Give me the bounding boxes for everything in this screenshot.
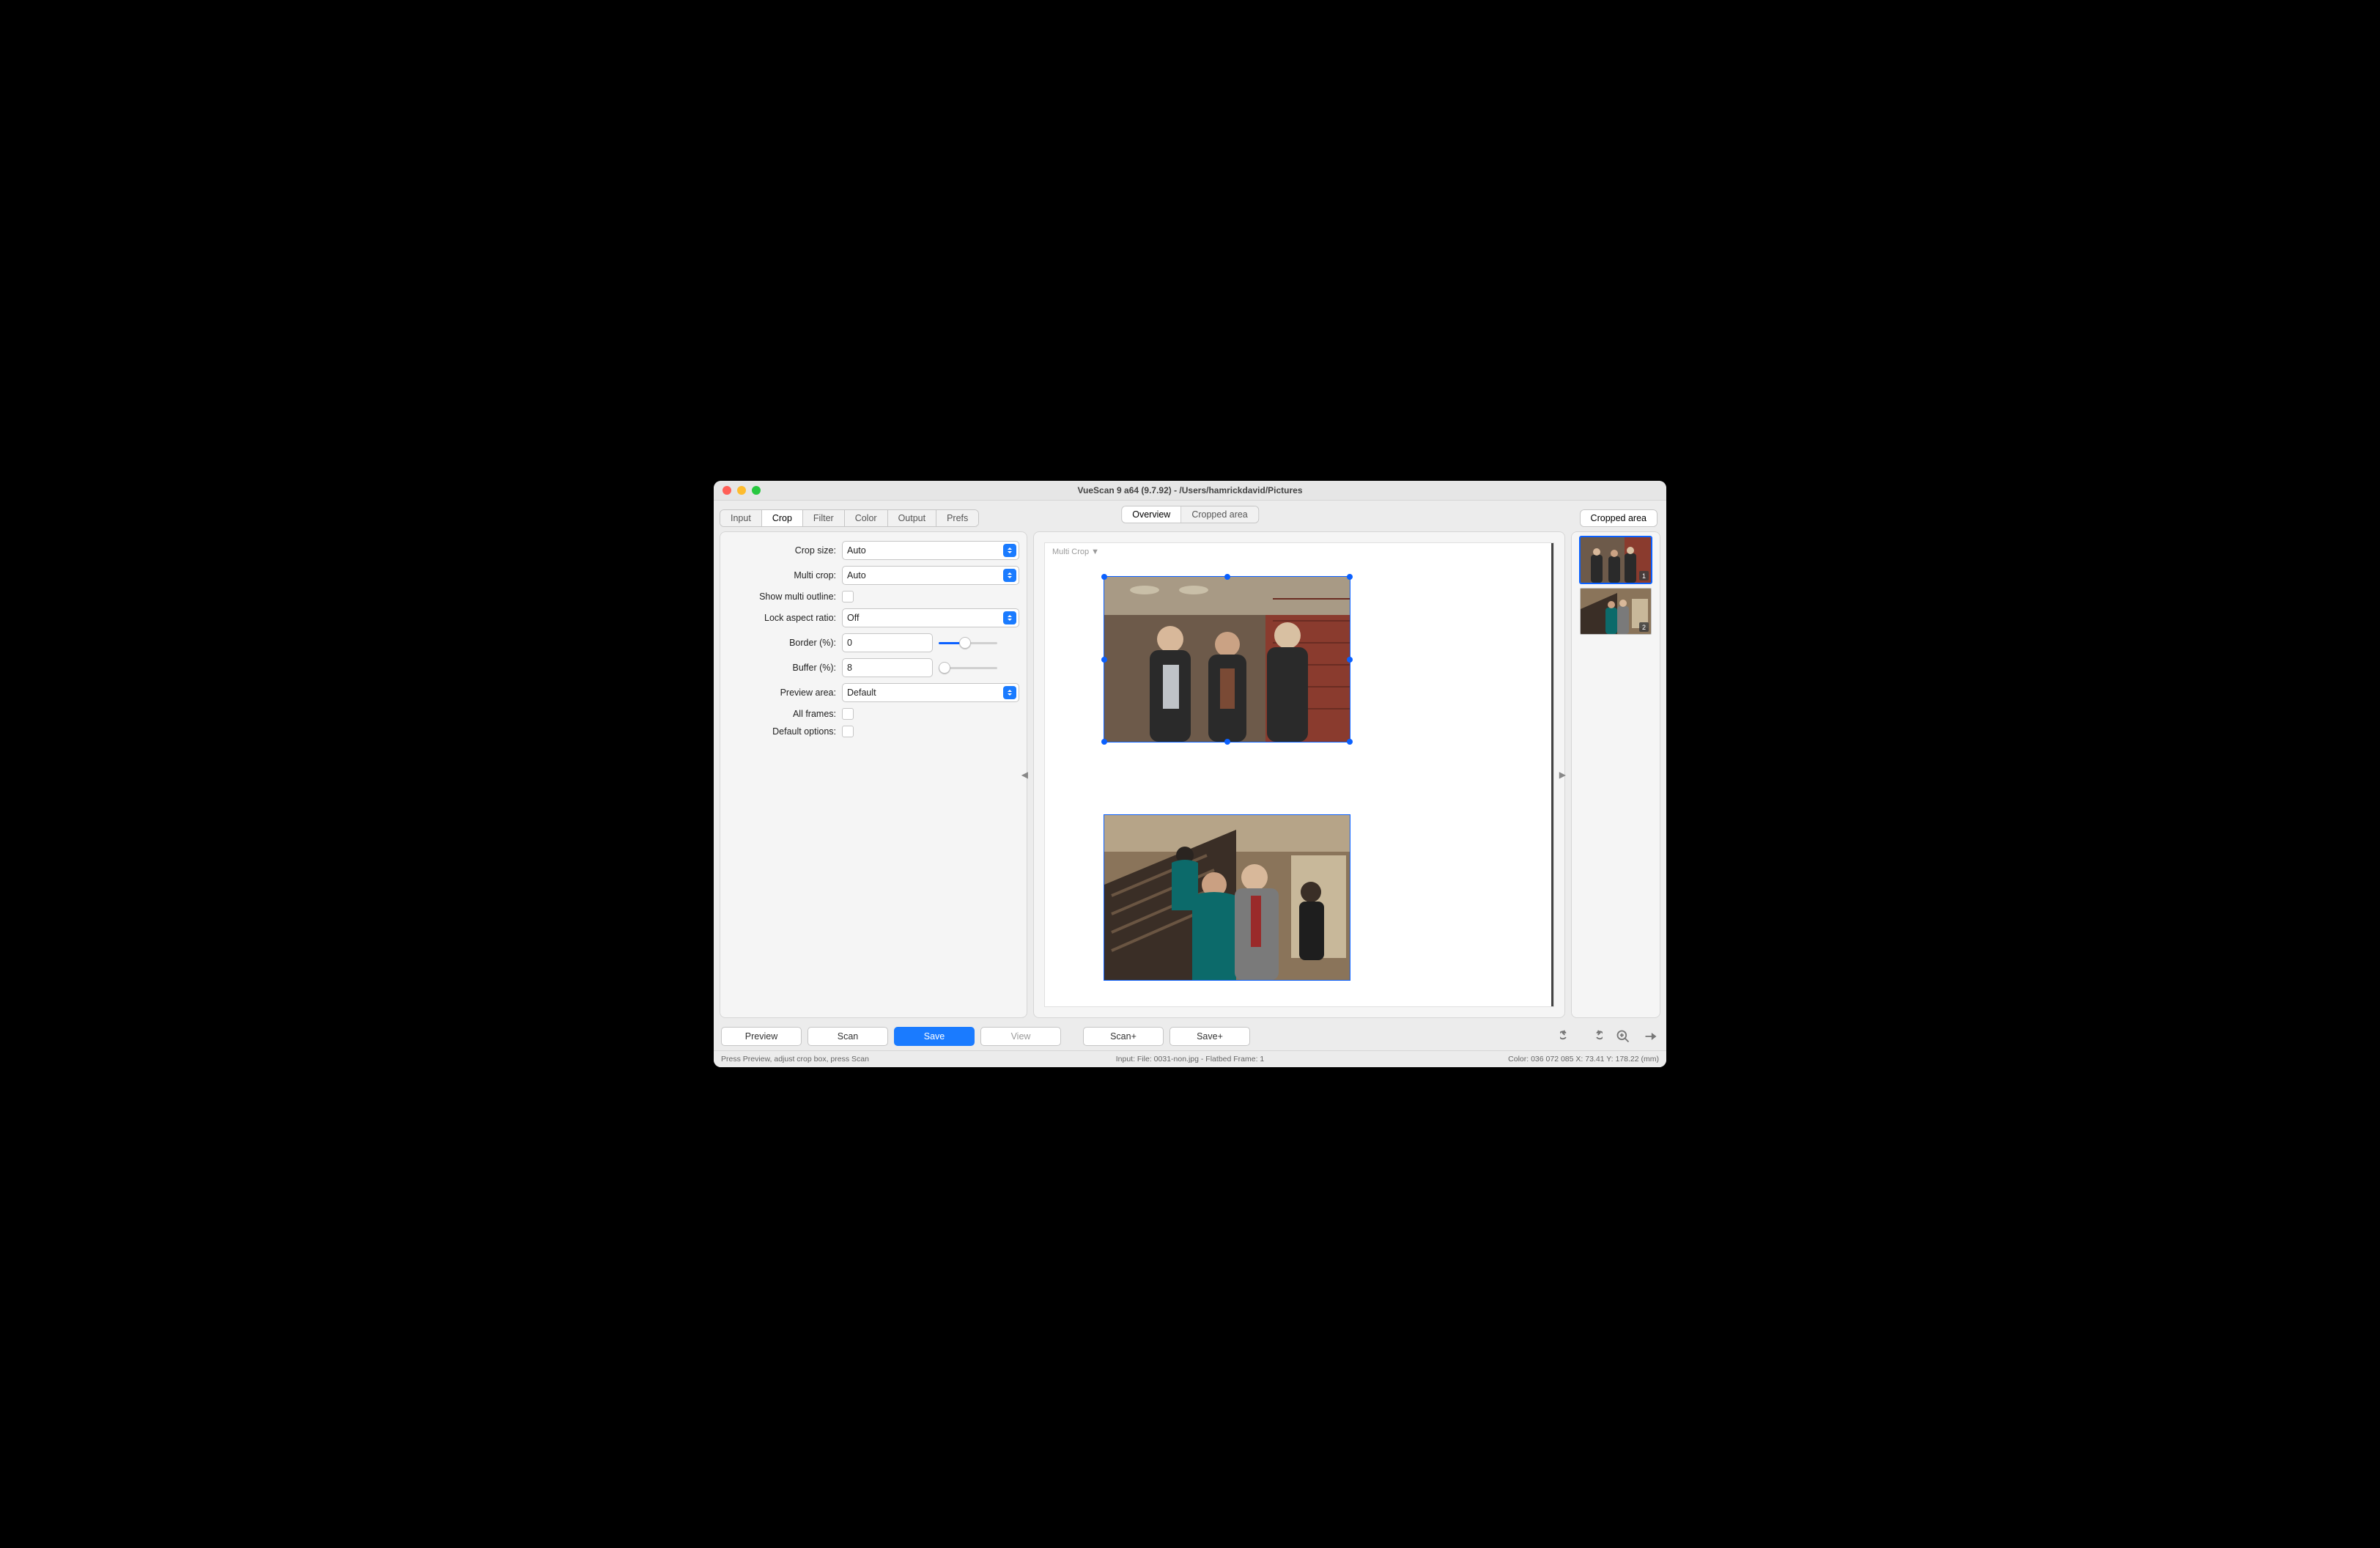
crop-handle[interactable]	[1224, 739, 1230, 745]
status-bar: Press Preview, adjust crop box, press Sc…	[714, 1050, 1666, 1067]
options-tabs: Input Crop Filter Color Output Prefs	[720, 509, 979, 527]
preview-surface[interactable]: Multi Crop ▼	[1044, 542, 1554, 1007]
tab-cropped-area[interactable]: Cropped area	[1181, 506, 1257, 523]
scan-plus-button[interactable]: Scan+	[1083, 1027, 1164, 1046]
label-show-multi-outline: Show multi outline:	[728, 591, 836, 602]
close-button[interactable]	[722, 486, 731, 495]
checkbox-all-frames[interactable]	[842, 708, 854, 720]
label-border-pct: Border (%):	[728, 638, 836, 648]
label-lock-aspect: Lock aspect ratio:	[728, 613, 836, 623]
status-input: Input: File: 0031-non.jpg - Flatbed Fram…	[1034, 1055, 1347, 1064]
tab-overview[interactable]: Overview	[1122, 506, 1181, 523]
crop-handle[interactable]	[1101, 574, 1107, 580]
input-border-pct-value: 0	[847, 638, 852, 648]
input-border-pct[interactable]: 0	[842, 633, 933, 652]
view-button[interactable]: View	[980, 1027, 1061, 1046]
chevron-updown-icon	[1003, 569, 1016, 582]
select-multi-crop-value: Auto	[847, 570, 866, 580]
thumbnails-panel: 1 2	[1571, 531, 1660, 1018]
redo-icon[interactable]	[1587, 1028, 1603, 1044]
zoom-button[interactable]	[752, 486, 761, 495]
scan-button[interactable]: Scan	[808, 1027, 888, 1046]
thumbnail-1[interactable]: 1	[1580, 537, 1652, 583]
preview-tabs: Overview Cropped area	[1121, 506, 1259, 523]
slider-buffer-pct[interactable]	[939, 659, 1019, 677]
traffic-lights	[714, 486, 761, 495]
crop-handle[interactable]	[1224, 574, 1230, 580]
select-crop-size[interactable]: Auto	[842, 541, 1019, 560]
scanned-photo-2	[1104, 815, 1350, 980]
preview-panel: Multi Crop ▼	[1033, 531, 1565, 1018]
chevron-updown-icon	[1003, 686, 1016, 699]
tab-input[interactable]: Input	[720, 510, 762, 526]
undo-icon[interactable]	[1559, 1028, 1575, 1044]
action-bar: Preview Scan Save View Scan+ Save+	[714, 1022, 1666, 1050]
thumb-index: 1	[1639, 571, 1649, 580]
label-crop-size: Crop size:	[728, 545, 836, 556]
label-buffer-pct: Buffer (%):	[728, 663, 836, 673]
titlebar: VueScan 9 a64 (9.7.92) - /Users/hamrickd…	[714, 481, 1666, 501]
window-title: VueScan 9 a64 (9.7.92) - /Users/hamrickd…	[714, 485, 1666, 495]
thumbs-title-seg: Cropped area	[1580, 509, 1658, 527]
input-buffer-pct[interactable]: 8	[842, 658, 933, 677]
scanned-photo-1	[1104, 577, 1350, 742]
tab-crop[interactable]: Crop	[762, 510, 803, 526]
slider-border-pct[interactable]	[939, 634, 1019, 652]
crop-handle[interactable]	[1347, 574, 1353, 580]
collapse-left-icon[interactable]: ◀	[1021, 770, 1028, 780]
checkbox-show-multi-outline[interactable]	[842, 591, 854, 602]
select-multi-crop[interactable]: Auto	[842, 566, 1019, 585]
chevron-updown-icon	[1003, 611, 1016, 624]
crop-handle[interactable]	[1101, 739, 1107, 745]
tab-color[interactable]: Color	[845, 510, 888, 526]
save-plus-button[interactable]: Save+	[1169, 1027, 1250, 1046]
crop-region-2[interactable]	[1104, 814, 1350, 981]
crop-handle[interactable]	[1101, 657, 1107, 663]
zoom-in-icon[interactable]	[1615, 1028, 1631, 1044]
tab-prefs[interactable]: Prefs	[936, 510, 978, 526]
select-lock-aspect-value: Off	[847, 613, 859, 623]
label-multi-crop: Multi crop:	[728, 570, 836, 580]
next-arrow-icon[interactable]	[1643, 1028, 1659, 1044]
tab-output[interactable]: Output	[888, 510, 937, 526]
expand-right-icon[interactable]: ▶	[1559, 770, 1566, 780]
body: Crop size: Auto Multi crop: Auto Show mu…	[714, 531, 1666, 1022]
thumbnail-2[interactable]: 2	[1580, 588, 1652, 635]
chevron-updown-icon	[1003, 544, 1016, 557]
label-preview-area: Preview area:	[728, 688, 836, 698]
select-preview-area-value: Default	[847, 688, 876, 698]
tool-icons	[1559, 1028, 1659, 1044]
status-readout: Color: 036 072 085 X: 73.41 Y: 178.22 (m…	[1346, 1055, 1659, 1064]
crop-handle[interactable]	[1347, 657, 1353, 663]
thumb-index: 2	[1639, 622, 1649, 632]
preview-button[interactable]: Preview	[721, 1027, 802, 1046]
app-window: VueScan 9 a64 (9.7.92) - /Users/hamrickd…	[714, 481, 1666, 1067]
minimize-button[interactable]	[737, 486, 746, 495]
label-default-options: Default options:	[728, 726, 836, 737]
crop-region-1[interactable]	[1104, 576, 1350, 742]
input-buffer-pct-value: 8	[847, 663, 852, 673]
select-preview-area[interactable]: Default	[842, 683, 1019, 702]
multi-crop-dropdown[interactable]: Multi Crop ▼	[1052, 548, 1099, 556]
label-all-frames: All frames:	[728, 709, 836, 719]
select-lock-aspect[interactable]: Off	[842, 608, 1019, 627]
status-hint: Press Preview, adjust crop box, press Sc…	[721, 1055, 1034, 1064]
save-button[interactable]: Save	[894, 1027, 975, 1046]
select-crop-size-value: Auto	[847, 545, 866, 556]
crop-handle[interactable]	[1347, 739, 1353, 745]
options-panel: Crop size: Auto Multi crop: Auto Show mu…	[720, 531, 1027, 1018]
tab-filter[interactable]: Filter	[803, 510, 845, 526]
thumbs-title[interactable]: Cropped area	[1581, 510, 1657, 526]
checkbox-default-options[interactable]	[842, 726, 854, 737]
